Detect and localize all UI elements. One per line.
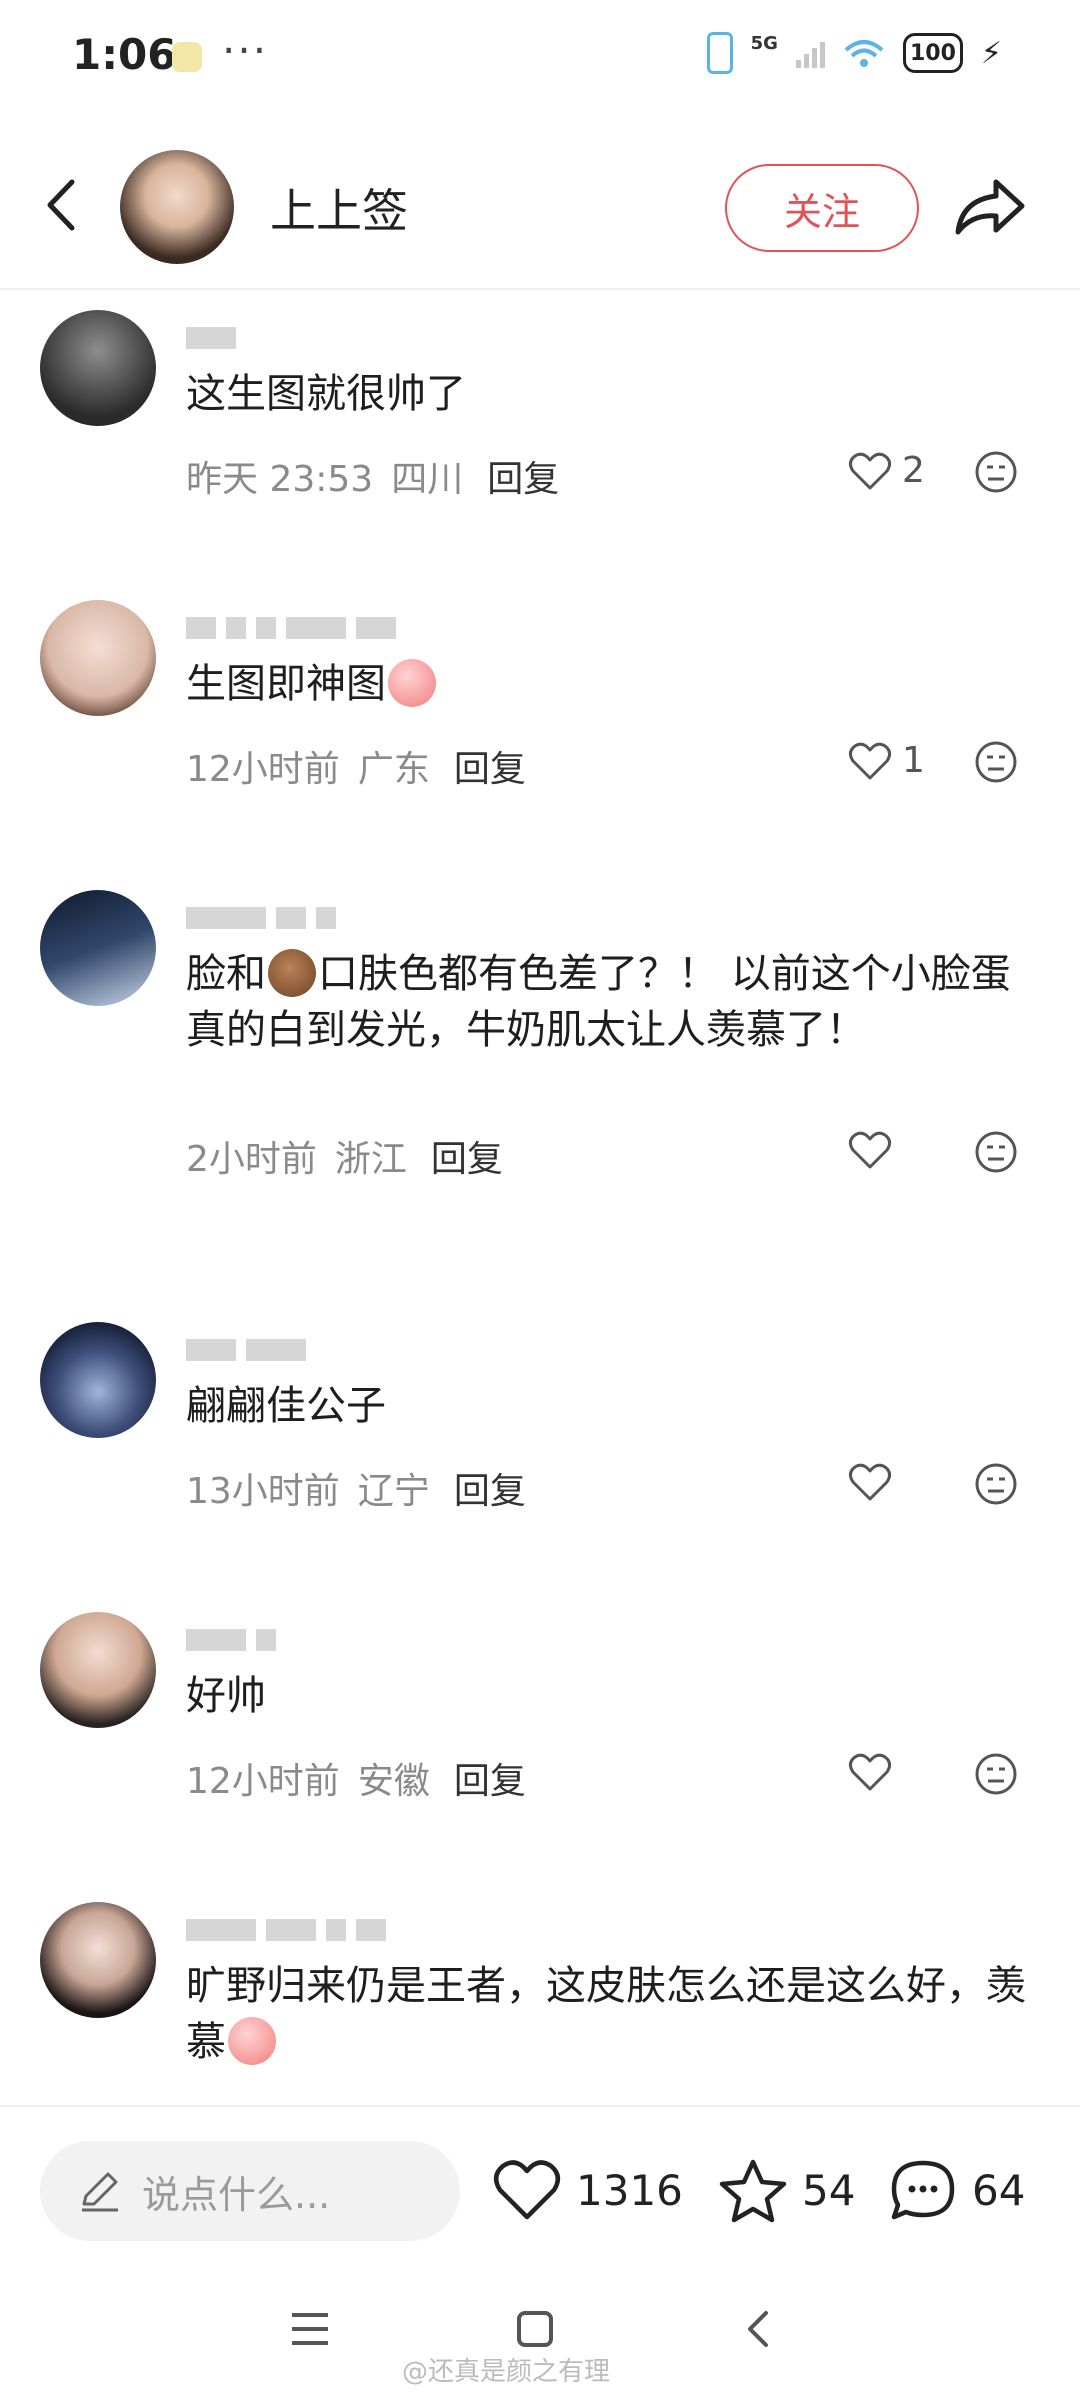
comment-location: 辽宁	[357, 1471, 430, 1512]
comment-meta: 昨天 23:53 四川 回复	[186, 450, 559, 502]
comment-like[interactable]	[848, 1752, 902, 1792]
emoji-icon[interactable]	[974, 1130, 1018, 1174]
comment-meta: 12小时前 安徽 回复	[186, 1752, 526, 1804]
comment-input-placeholder: 说点什么...	[142, 2172, 331, 2217]
commenter-name-redacted	[186, 606, 646, 650]
comment-time: 12小时前	[186, 749, 340, 790]
heart-icon	[848, 452, 892, 489]
nav-back-icon[interactable]	[730, 2299, 790, 2359]
comment-like[interactable]	[848, 1462, 902, 1502]
charging-icon: ⚡	[980, 35, 1002, 71]
battery-icon: 100	[902, 33, 963, 73]
commenter-name-redacted	[186, 1618, 646, 1662]
emoji-icon[interactable]	[974, 1752, 1018, 1796]
commenter-avatar[interactable]	[40, 600, 156, 716]
emoji-icon[interactable]	[974, 1462, 1018, 1506]
emoji-icon[interactable]	[974, 450, 1018, 494]
heart-icon	[848, 1463, 892, 1501]
status-time: 1:06	[72, 30, 177, 79]
comment-input[interactable]: 说点什么...	[40, 2141, 460, 2241]
comment-text-part: 脸和	[186, 951, 266, 997]
like-count: 1	[902, 740, 925, 781]
star-icon	[719, 2159, 787, 2223]
author-avatar[interactable]	[120, 150, 234, 264]
back-icon[interactable]	[32, 170, 92, 240]
reply-button[interactable]: 回复	[454, 740, 526, 792]
comment-like[interactable]: 2	[848, 450, 925, 491]
favorite-count: 54	[802, 2165, 856, 2215]
comment-count: 64	[972, 2165, 1026, 2215]
blush-emoji-icon	[388, 659, 436, 707]
comment-location: 广东	[357, 749, 430, 790]
reply-button[interactable]: 回复	[454, 1752, 526, 1804]
network-type-label: 5G	[750, 32, 778, 54]
comment-text: 翩翩佳公子	[186, 1383, 386, 1429]
heart-icon	[848, 1131, 892, 1169]
status-bar: 1:06 ··· 5G 100 ⚡	[0, 0, 1080, 115]
comment-text: 生图即神图	[186, 656, 1026, 712]
emoji-icon[interactable]	[974, 740, 1018, 784]
comment-like[interactable]	[848, 1130, 902, 1170]
commenter-name-redacted	[186, 896, 646, 940]
comment-text: 脸和 口肤色都有色差了？！ 以前这个小脸蛋真的白到发光，牛奶肌太让人羡慕了！	[186, 946, 1026, 1058]
status-more-indicator: ···	[222, 26, 269, 75]
comment-time: 13小时前	[186, 1471, 340, 1512]
watermark: @还真是颜之有理	[402, 2357, 611, 2387]
follow-button[interactable]: 关注	[725, 164, 919, 252]
post-header: 上上签 关注	[0, 140, 1080, 290]
commenter-avatar[interactable]	[40, 310, 156, 426]
favorite-button[interactable]: 54	[718, 2157, 855, 2223]
like-count: 2	[902, 450, 925, 491]
status-icons: 5G 100 ⚡	[706, 32, 1002, 74]
comment-location: 四川	[391, 459, 464, 500]
comment-text: 这生图就很帅了	[186, 371, 466, 417]
like-button[interactable]: 1316	[492, 2157, 683, 2223]
commenter-name-redacted	[186, 1328, 646, 1372]
comment-location: 安徽	[357, 1761, 430, 1802]
heart-icon	[848, 742, 892, 779]
commenter-name-redacted	[186, 316, 646, 360]
comment-button[interactable]: 64	[888, 2157, 1025, 2223]
vibrate-icon	[706, 32, 733, 74]
commenter-avatar[interactable]	[40, 1902, 156, 2018]
bear-emoji-icon	[268, 949, 316, 997]
commenter-name-redacted	[186, 1908, 646, 1952]
commenter-avatar[interactable]	[40, 1322, 156, 1438]
wifi-icon	[843, 38, 885, 68]
pencil-icon	[82, 2172, 118, 2212]
comment-text-content: 旷野归来仍是王者，这皮肤怎么还是这么好，羡慕	[186, 1963, 1026, 2065]
reply-button[interactable]: 回复	[487, 450, 559, 502]
comment-list[interactable]: 这生图就很帅了 昨天 23:53 四川 回复 2 生图即神图 12小时前 广东 …	[0, 300, 1080, 2100]
commenter-avatar[interactable]	[40, 890, 156, 1006]
commenter-avatar[interactable]	[40, 1612, 156, 1728]
like-count: 1316	[576, 2165, 683, 2215]
author-name[interactable]: 上上签	[270, 175, 408, 241]
notification-app-icon	[172, 42, 202, 72]
blush-emoji-icon	[228, 2017, 276, 2065]
comment-time: 12小时前	[186, 1761, 340, 1802]
comment-location: 浙江	[334, 1139, 407, 1180]
comment-text-content: 生图即神图	[186, 661, 386, 707]
heart-icon	[493, 2160, 561, 2220]
menu-icon[interactable]	[280, 2299, 340, 2359]
comment-text: 好帅	[186, 1673, 266, 1719]
heart-icon	[848, 1753, 892, 1791]
home-square-icon[interactable]	[505, 2299, 565, 2359]
signal-icon	[795, 38, 825, 68]
share-icon[interactable]	[952, 172, 1028, 242]
comment-meta: 13小时前 辽宁 回复	[186, 1462, 526, 1514]
system-nav-bar: @还真是颜之有理	[0, 2265, 1080, 2400]
comment-bubble-icon	[891, 2160, 955, 2220]
reply-button[interactable]: 回复	[431, 1130, 503, 1182]
comment-meta: 12小时前 广东 回复	[186, 740, 526, 792]
comment-meta: 2小时前 浙江 回复	[186, 1130, 503, 1182]
reply-button[interactable]: 回复	[454, 1462, 526, 1514]
comment-time: 昨天 23:53	[186, 459, 374, 500]
comment-text: 旷野归来仍是王者，这皮肤怎么还是这么好，羡慕	[186, 1958, 1026, 2070]
bottom-action-bar: 说点什么... 1316 54 64	[0, 2105, 1080, 2265]
comment-time: 2小时前	[186, 1139, 317, 1180]
comment-like[interactable]: 1	[848, 740, 925, 781]
